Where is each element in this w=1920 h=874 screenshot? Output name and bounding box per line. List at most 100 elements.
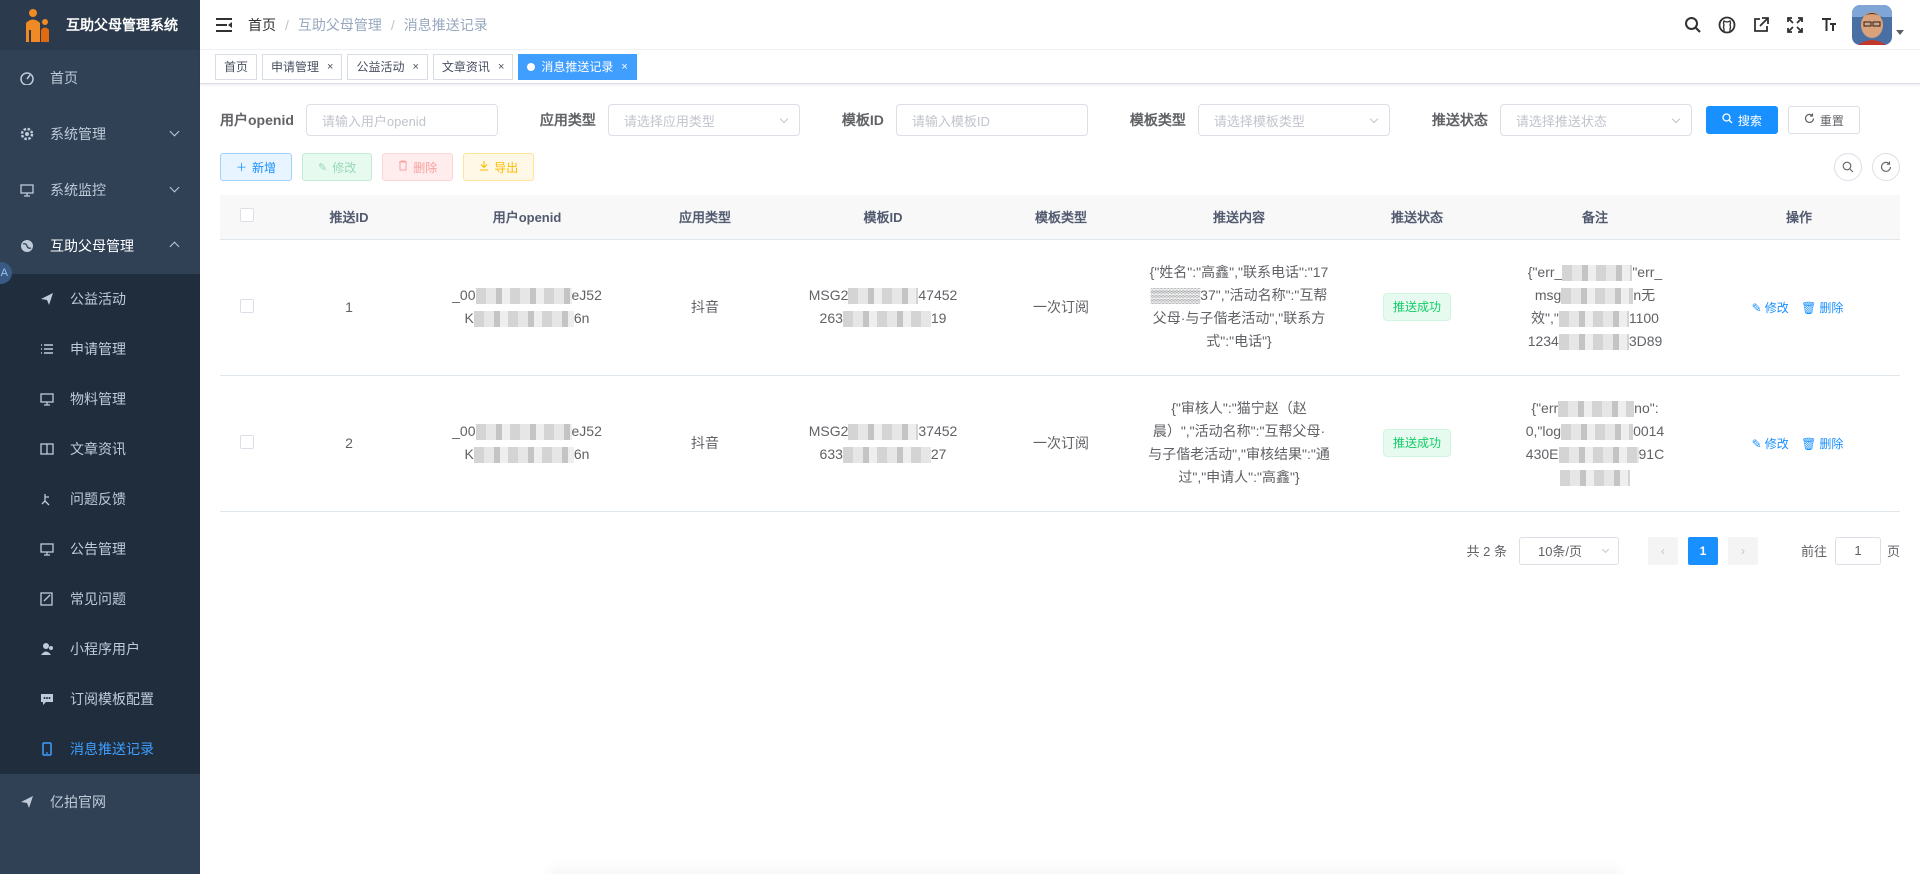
hamburger-icon[interactable] <box>216 17 232 32</box>
fullscreen-icon[interactable] <box>1778 0 1812 50</box>
toggle-search-button[interactable] <box>1834 153 1862 181</box>
add-button-label: 新增 <box>252 160 277 175</box>
template-id-cell: MSG2 47452 263 19 <box>780 239 986 376</box>
template-id-text: 19 <box>930 310 947 326</box>
push-status-select[interactable]: 请选择推送状态 <box>1499 104 1692 136</box>
template-id-text: 37452 <box>918 423 958 439</box>
add-button[interactable]: ＋ 新增 <box>220 153 293 181</box>
breadcrumb-home[interactable]: 首页 <box>248 15 276 35</box>
table-row: 1 _00 eJ52 K 6n 抖音 MSG2 47452 263 19 一次订… <box>220 239 1900 376</box>
font-size-icon[interactable] <box>1812 0 1846 50</box>
goto-prefix: 前往 <box>1800 544 1827 559</box>
tag-apply[interactable]: 申请管理 × <box>262 53 343 80</box>
reset-button[interactable]: 重置 <box>1787 106 1860 134</box>
page-size-value: 10条/页 <box>1537 544 1583 559</box>
row-edit-link[interactable]: ✎ 修改 <box>1752 301 1792 315</box>
navbar-tools <box>1676 0 1920 50</box>
tag-label: 申请管理 <box>271 60 320 74</box>
menu-item-monitor[interactable]: 系统监控 <box>0 162 200 218</box>
row-delete-link[interactable]: 🗑︎ 删除 <box>1801 301 1846 315</box>
tag-articles[interactable]: 文章资讯 × <box>432 53 514 80</box>
page-size-select[interactable]: 10条/页 <box>1518 536 1619 565</box>
avatar[interactable] <box>1852 5 1892 45</box>
search-icon <box>1842 161 1854 173</box>
input-placeholder: 请输入用户openid <box>321 113 426 129</box>
template-id-input[interactable]: 请输入模板ID <box>895 104 1088 136</box>
status-badge: 推送成功 <box>1382 293 1451 321</box>
search-button[interactable]: 搜索 <box>1705 106 1778 134</box>
tag-charity[interactable]: 公益活动 × <box>347 53 428 80</box>
menu-item-hzfm[interactable]: 互助父母管理 <box>0 218 200 274</box>
monitor-icon <box>20 183 34 197</box>
send-icon <box>20 795 34 809</box>
open-external-icon[interactable] <box>1744 0 1778 50</box>
goto-page-input[interactable]: 1 <box>1834 536 1881 565</box>
sidebar-item-material[interactable]: 物料管理 <box>0 374 200 424</box>
logo-area[interactable]: 互助父母管理系统 <box>0 0 200 50</box>
row-select-cell <box>220 239 274 376</box>
plus-icon: ＋ <box>236 162 247 174</box>
openid-input[interactable]: 请输入用户openid <box>305 104 498 136</box>
app-type-select[interactable]: 请选择应用类型 <box>607 104 800 136</box>
tag-home[interactable]: 首页 <box>215 53 258 80</box>
form-item-push-status: 推送状态 请选择推送状态 <box>1432 104 1692 136</box>
input-placeholder: 请输入模板ID <box>911 113 990 129</box>
sidebar-item-label: 问题反馈 <box>70 491 126 507</box>
row-delete-link[interactable]: 🗑︎ 删除 <box>1801 437 1846 451</box>
template-id-cell: MSG2 37452 633 27 <box>780 375 986 512</box>
redacted-block <box>1561 424 1634 441</box>
search-form: 用户openid 请输入用户openid 应用类型 请选择应用类型 模板ID 请… <box>220 102 1900 138</box>
openid-text: _00 <box>452 287 476 303</box>
remark-text: 430E <box>1525 446 1559 462</box>
tags-view: 首页 申请管理 × 公益活动 × 文章资讯 × 消息推送记录 × <box>200 50 1920 84</box>
sidebar-item-miniapp-users[interactable]: 小程序用户 <box>0 624 200 674</box>
sidebar-item-articles[interactable]: 文章资讯 <box>0 424 200 474</box>
sidebar-item-faq[interactable]: 常见问题 <box>0 574 200 624</box>
menu-item-label: 系统管理 <box>50 126 106 142</box>
remark-text: 效"," <box>1531 310 1559 326</box>
reset-button-label: 重置 <box>1819 113 1844 128</box>
remark-text: 3D89 <box>1628 333 1663 349</box>
page-number-button[interactable]: 1 <box>1687 536 1718 565</box>
sidebar-item-subscribe-template[interactable]: 订阅模板配置 <box>0 674 200 724</box>
sidebar-item-notice[interactable]: 公告管理 <box>0 524 200 574</box>
breadcrumb-hzfm[interactable]: 互助父母管理 <box>298 15 382 35</box>
row-checkbox[interactable] <box>240 434 254 449</box>
chevron-right-icon: › <box>1740 543 1745 558</box>
menu-item-home[interactable]: 首页 <box>0 50 200 106</box>
delete-button[interactable]: 删除 <box>382 153 454 181</box>
logo-icon <box>22 8 52 42</box>
sidebar-item-charity[interactable]: 公益活动 <box>0 274 200 324</box>
next-page-button[interactable]: › <box>1727 536 1758 565</box>
chevron-down-icon <box>779 114 789 124</box>
redacted-block <box>1558 334 1629 351</box>
sidebar-item-apply[interactable]: 申请管理 <box>0 324 200 374</box>
prev-page-button[interactable]: ‹ <box>1647 536 1678 565</box>
push-content-text: {"审核人":"猫宁赵（赵晨）","活动名称":"互帮父母·与子偕老活动","审… <box>1148 400 1330 485</box>
row-edit-link[interactable]: ✎ 修改 <box>1752 437 1792 451</box>
edit-icon <box>40 592 54 606</box>
sidebar-item-push-records[interactable]: 消息推送记录 <box>0 724 200 774</box>
remark-text: 1234 <box>1527 333 1559 349</box>
template-id-text: MSG2 <box>808 287 849 303</box>
close-icon[interactable]: × <box>327 61 333 73</box>
github-icon[interactable] <box>1710 0 1744 50</box>
openid-text: eJ52 <box>571 423 602 439</box>
form-label: 模板类型 <box>1129 112 1186 128</box>
close-icon[interactable]: × <box>412 61 418 73</box>
menu-item-system[interactable]: 系统管理 <box>0 106 200 162</box>
close-icon[interactable]: × <box>621 61 627 73</box>
export-button[interactable]: 导出 <box>463 153 535 181</box>
sidebar-item-feedback[interactable]: 问题反馈 <box>0 474 200 524</box>
select-all-checkbox[interactable] <box>240 208 254 223</box>
tag-push-records[interactable]: 消息推送记录 × <box>518 53 637 80</box>
close-icon[interactable]: × <box>498 61 504 73</box>
row-checkbox[interactable] <box>240 298 254 313</box>
operations-cell: ✎ 修改 🗑︎ 删除 <box>1698 375 1900 512</box>
template-type-select[interactable]: 请选择模板类型 <box>1197 104 1390 136</box>
refresh-table-button[interactable] <box>1872 153 1900 181</box>
edit-button[interactable]: ✎ 修改 <box>302 153 373 181</box>
menu-item-website[interactable]: 亿拍官网 <box>0 774 200 830</box>
caret-down-icon[interactable] <box>1896 29 1904 35</box>
search-icon[interactable] <box>1676 0 1710 50</box>
